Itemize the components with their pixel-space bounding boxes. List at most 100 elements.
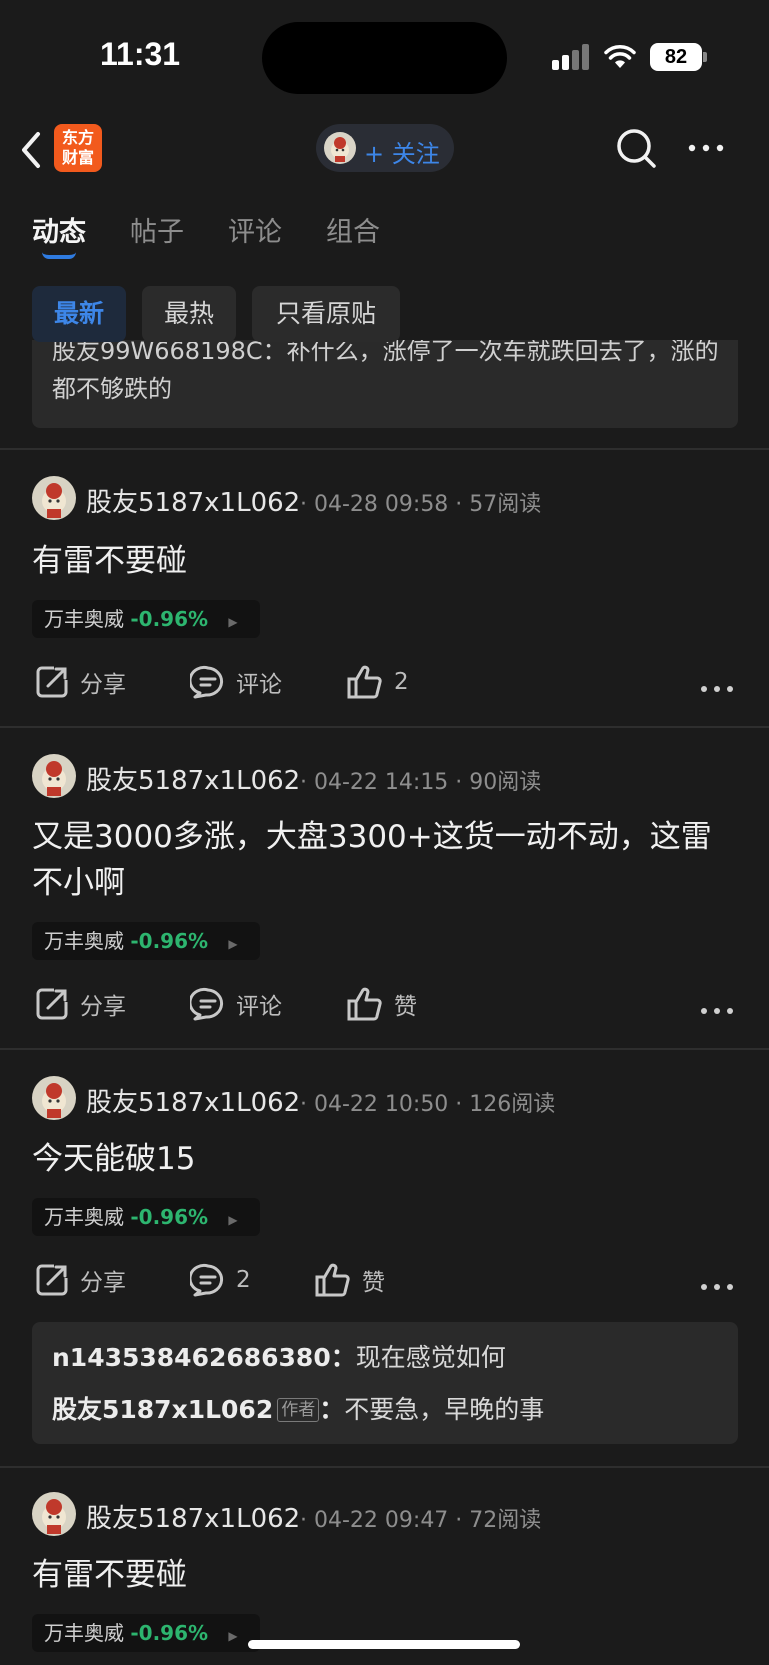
stock-name: 万丰奥威 (44, 1205, 124, 1229)
tab-comments[interactable]: 评论 (228, 210, 282, 249)
signal-icon (552, 44, 592, 70)
play-arrow-icon: ▶ (228, 615, 238, 629)
stock-change: -0.96% (130, 1621, 209, 1645)
like-thumb-icon (347, 987, 382, 1021)
filter-chips: 最新 最热 只看原贴 (0, 284, 769, 354)
stock-name: 万丰奥威 (44, 929, 124, 953)
stock-name: 万丰奥威 (44, 1621, 124, 1645)
post-meta: · 04-22 14:15 · 90阅读 (300, 770, 542, 795)
post-card[interactable]: 股友5187x1L062 · 04-28 09:58 · 57阅读 有雷不要碰 … (0, 450, 769, 726)
filter-latest[interactable]: 最新 (32, 286, 126, 342)
stock-change: -0.96% (130, 929, 209, 953)
top-nav-bar: 东方 财富 + 关注 (0, 110, 769, 190)
follow-button[interactable]: + 关注 (316, 124, 454, 172)
stock-tag[interactable]: 万丰奥威 -0.96% ▶ (32, 600, 260, 638)
share-button[interactable]: 分享 (34, 1260, 126, 1300)
like-label: 赞 (362, 1270, 385, 1296)
post-body[interactable]: 有雷不要碰 (32, 538, 732, 584)
like-button[interactable]: 2 (346, 662, 409, 702)
filter-original-only[interactable]: 只看原贴 (252, 286, 400, 342)
logo-line-2: 财富 (61, 148, 94, 167)
comment-icon (190, 1264, 224, 1297)
play-arrow-icon: ▶ (228, 937, 238, 951)
comment-icon (190, 988, 224, 1021)
stock-tag[interactable]: 万丰奥威 -0.96% ▶ (32, 1614, 260, 1652)
like-button[interactable]: 赞 (346, 984, 417, 1024)
share-button[interactable]: 分享 (34, 984, 126, 1024)
stock-name: 万丰奥威 (44, 607, 124, 631)
home-indicator (248, 1640, 520, 1649)
status-time: 11:31 (100, 36, 181, 72)
more-dots-icon[interactable] (700, 682, 734, 696)
like-label: 赞 (394, 994, 417, 1020)
post-body[interactable]: 有雷不要碰 (32, 1552, 732, 1598)
post-author[interactable]: 股友5187x1L062 (86, 1498, 300, 1535)
like-thumb-icon (347, 665, 382, 699)
post-body[interactable]: 今天能破15 (32, 1136, 732, 1182)
comment-label: 评论 (236, 994, 282, 1020)
avatar (324, 132, 356, 164)
tab-portfolio[interactable]: 组合 (326, 210, 380, 249)
comment-user[interactable]: n143538462686380 (52, 1343, 331, 1372)
play-arrow-icon: ▶ (228, 1213, 238, 1227)
tab-active-indicator (42, 252, 76, 259)
wifi-icon (604, 45, 636, 68)
stock-tag[interactable]: 万丰奥威 -0.96% ▶ (32, 922, 260, 960)
post-meta: · 04-22 10:50 · 126阅读 (300, 1092, 556, 1117)
comment-item[interactable]: n143538462686380：现在感觉如何 (52, 1338, 506, 1374)
author-badge: 作者 (277, 1398, 320, 1422)
more-dots-icon[interactable] (700, 1004, 734, 1018)
share-label: 分享 (80, 994, 126, 1020)
post-author[interactable]: 股友5187x1L062 (86, 1082, 300, 1119)
comment-preview[interactable]: n143538462686380：现在感觉如何 股友5187x1L062 作者 ：不… (32, 1322, 738, 1444)
avatar[interactable] (32, 1076, 76, 1120)
comment-text: 不要急，早晚的事 (344, 1395, 545, 1424)
post-card[interactable]: 股友5187x1L062 · 04-22 09:47 · 72阅读 有雷不要碰 … (0, 1468, 769, 1665)
like-button[interactable]: 赞 (314, 1260, 385, 1300)
share-label: 分享 (80, 672, 126, 698)
more-dots-icon[interactable] (700, 1280, 734, 1294)
share-icon (36, 1264, 68, 1296)
comment-item[interactable]: 股友5187x1L062 作者 ：不要急，早晚的事 (52, 1390, 544, 1426)
post-author[interactable]: 股友5187x1L062 (86, 482, 300, 519)
tab-dynamics[interactable]: 动态 (32, 210, 86, 249)
post-meta: · 04-22 09:47 · 72阅读 (300, 1508, 542, 1533)
share-icon (36, 666, 68, 698)
comment-button[interactable]: 评论 (190, 662, 282, 702)
profile-tabs: 动态 帖子 评论 组合 (0, 190, 769, 270)
comment-button[interactable]: 评论 (190, 984, 282, 1024)
share-icon (36, 988, 68, 1020)
avatar[interactable] (32, 754, 76, 798)
like-thumb-icon (315, 1263, 350, 1297)
follow-label: + 关注 (364, 140, 440, 168)
battery-tip (703, 52, 707, 62)
avatar[interactable] (32, 1492, 76, 1536)
search-icon[interactable] (614, 126, 658, 170)
user-profile-feed-screen: 11:31 82 东方 财富 + 关注 动态 帖子 评论 组合 股友99W668… (0, 0, 769, 1665)
battery-icon: 82 (650, 43, 702, 71)
comment-separator: ： (330, 1343, 356, 1372)
post-card[interactable]: 股友5187x1L062 · 04-22 10:50 · 126阅读 今天能破1… (0, 1050, 769, 1466)
back-chevron-icon[interactable] (16, 128, 48, 172)
tab-posts[interactable]: 帖子 (130, 210, 184, 249)
post-author[interactable]: 股友5187x1L062 (86, 760, 300, 797)
status-bar: 11:31 82 (0, 0, 769, 110)
stock-tag[interactable]: 万丰奥威 -0.96% ▶ (32, 1198, 260, 1236)
share-label: 分享 (80, 1270, 126, 1296)
avatar[interactable] (32, 476, 76, 520)
post-body[interactable]: 又是3000多涨，大盘3300+这货一动不动，这雷不小啊 (32, 814, 732, 906)
post-card[interactable]: 股友5187x1L062 · 04-22 14:15 · 90阅读 又是3000… (0, 728, 769, 1048)
share-button[interactable]: 分享 (34, 662, 126, 702)
stock-change: -0.96% (130, 1205, 209, 1229)
eastmoney-logo[interactable]: 东方 财富 (54, 124, 102, 172)
comment-text: 现在感觉如何 (355, 1343, 506, 1372)
comment-user[interactable]: 股友5187x1L062 (52, 1395, 273, 1424)
comment-button[interactable]: 2 (190, 1260, 251, 1300)
more-dots-icon[interactable] (686, 136, 726, 160)
filter-hottest[interactable]: 最热 (142, 286, 236, 342)
comment-icon (190, 666, 224, 699)
like-label: 2 (394, 669, 409, 695)
comment-separator: ： (319, 1395, 345, 1424)
post-meta: · 04-28 09:58 · 57阅读 (300, 492, 542, 517)
logo-line-1: 东方 (61, 128, 94, 147)
